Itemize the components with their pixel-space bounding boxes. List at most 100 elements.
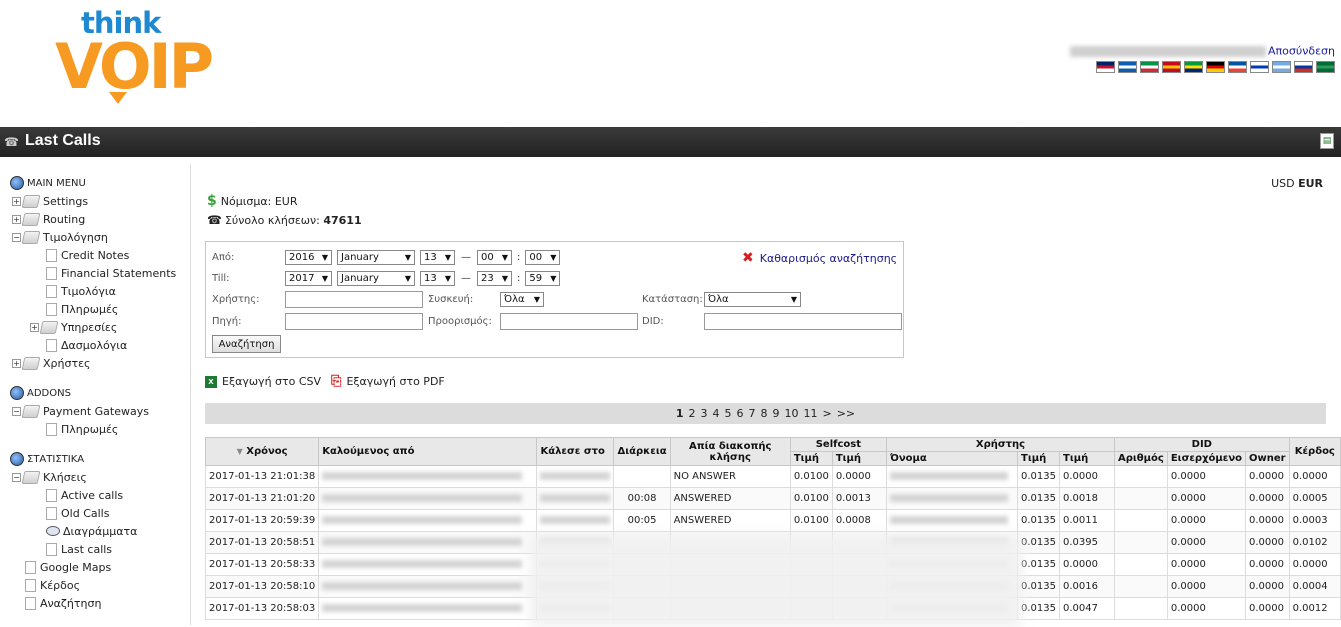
sidebar-item-google-maps[interactable]: Google Maps	[10, 558, 190, 576]
till-row: Till: 2017 ▼ January ▼ 13 ▼ — 23 ▼ : 59 ▼	[212, 271, 561, 286]
cell-duration	[613, 465, 671, 488]
cell-profit: 0.0003	[1288, 509, 1341, 532]
from-month-select[interactable]: January ▼	[337, 250, 415, 265]
page-link[interactable]: 1	[676, 407, 684, 420]
phone-icon: ☎	[207, 213, 222, 227]
expand-icon[interactable]: +	[12, 358, 21, 368]
saudi-flag[interactable]	[1316, 60, 1335, 73]
page-link[interactable]: 10	[785, 407, 799, 420]
page-link[interactable]: 6	[737, 407, 744, 420]
sidebar-item-financial-statements[interactable]: Financial Statements	[10, 264, 190, 282]
till-month-select[interactable]: January ▼	[337, 271, 415, 286]
from-hour-select[interactable]: 00 ▼	[477, 250, 512, 265]
page-title-bar: ☎ Last Calls ▤	[0, 127, 1341, 157]
page-link[interactable]: 8	[761, 407, 768, 420]
currency-eur-active: EUR	[1298, 177, 1323, 190]
sidebar-item-search[interactable]: Αναζήτηση	[10, 594, 190, 612]
sidebar-item-pg-payments[interactable]: Πληρωμές	[10, 420, 190, 438]
sidebar-item-tariffs[interactable]: Δασμολόγια	[10, 336, 190, 354]
sidebar-item-credit-notes[interactable]: Credit Notes	[10, 246, 190, 264]
germany-flag[interactable]	[1206, 60, 1225, 73]
till-hour-select[interactable]: 23 ▼	[477, 271, 512, 286]
source-input[interactable]	[285, 313, 423, 330]
page-link[interactable]: 2	[689, 407, 696, 420]
argentina-flag[interactable]	[1272, 60, 1291, 73]
sidebar-item-payments[interactable]: Πληρωμές	[10, 300, 190, 318]
cell-own: 0.0000	[1245, 465, 1290, 488]
cell-time: 2017-01-13 20:59:39	[204, 509, 320, 532]
user-input[interactable]	[285, 291, 423, 308]
till-year-select[interactable]: 2017 ▼	[285, 271, 332, 286]
sidebar-item-active-calls[interactable]: Active calls	[10, 486, 190, 504]
export-csv-link[interactable]: X Εξαγωγή στο CSV	[205, 375, 321, 388]
status-select[interactable]: Όλα ▼	[704, 292, 801, 307]
help-icon[interactable]: ▤	[1320, 133, 1334, 149]
cell-status: ANSWERED	[669, 487, 791, 510]
column-header-hangup[interactable]: Απία διακοπής κλήσης	[669, 437, 791, 466]
uk-flag[interactable]	[1096, 60, 1115, 73]
column-header-profit[interactable]: Κέρδος	[1288, 437, 1341, 466]
destination-input[interactable]	[500, 313, 638, 330]
cell-sc2: 0.0000	[831, 465, 887, 488]
russia-flag[interactable]	[1294, 60, 1313, 73]
sidebar-item-invoices[interactable]: Τιμολόγια	[10, 282, 190, 300]
thinkvoip-logo[interactable]: think VOIP	[55, 6, 220, 104]
column-header-time[interactable]: ▼ Χρόνος	[204, 437, 320, 466]
sidebar-item-users[interactable]: + Χρήστες	[10, 354, 190, 372]
from-minute-select[interactable]: 00 ▼	[525, 250, 561, 265]
page-link[interactable]: 4	[713, 407, 720, 420]
expand-icon[interactable]: +	[30, 322, 39, 332]
page-link[interactable]: 11	[804, 407, 818, 420]
sidebar-item-billing[interactable]: − Τιμολόγηση	[10, 228, 190, 246]
clear-x-icon: ✖	[742, 250, 754, 266]
page-link[interactable]: 3	[701, 407, 708, 420]
sidebar-item-payment-gateways[interactable]: − Payment Gateways	[10, 402, 190, 420]
sidebar-item-profit[interactable]: Κέρδος	[10, 576, 190, 594]
export-pdf-link[interactable]: ⎘ Εξαγωγή στο PDF	[331, 374, 445, 389]
sidebar-item-settings[interactable]: + Settings	[10, 192, 190, 210]
clear-search-link[interactable]: ✖ Καθαρισμός αναζήτησης	[742, 250, 897, 266]
column-header-duration[interactable]: Διάρκεια	[613, 437, 671, 466]
till-minute-select[interactable]: 59 ▼	[525, 271, 561, 286]
from-year-select[interactable]: 2016 ▼	[285, 250, 332, 265]
sidebar-item-old-calls[interactable]: Old Calls	[10, 504, 190, 522]
sidebar-tree: MAIN MENU + Settings + Routing − Τιμολόγηση…	[0, 164, 191, 625]
collapse-icon[interactable]: −	[12, 472, 21, 482]
page-link[interactable]: 9	[773, 407, 780, 420]
page-link[interactable]: 7	[749, 407, 756, 420]
excel-icon: X	[205, 375, 217, 388]
column-header-caller[interactable]: Καλούμενος από	[318, 437, 538, 466]
cell-time: 2017-01-13 20:58:51	[204, 531, 320, 554]
device-select[interactable]: Όλα ▼	[500, 292, 544, 307]
spain-flag[interactable]	[1162, 60, 1181, 73]
column-header-called[interactable]: Κάλεσε στο	[536, 437, 615, 466]
logout-link[interactable]: Αποσύνδεση	[1268, 45, 1335, 58]
till-day-select[interactable]: 13 ▼	[420, 271, 455, 286]
cell-inc: 0.0000	[1166, 597, 1247, 620]
page-icon	[46, 284, 57, 298]
currency-usd-link[interactable]: USD	[1271, 177, 1295, 190]
page-link[interactable]: >>	[837, 407, 855, 420]
cell-inc: 0.0000	[1166, 575, 1247, 598]
cell-time: 2017-01-13 20:58:10	[204, 575, 320, 598]
expand-icon[interactable]: +	[12, 196, 21, 206]
israel-flag[interactable]	[1250, 60, 1269, 73]
collapse-icon[interactable]: −	[12, 406, 21, 416]
greece-flag[interactable]	[1118, 60, 1137, 73]
brazil-flag[interactable]	[1184, 60, 1203, 73]
sidebar-item-services[interactable]: + Υπηρεσίες	[10, 318, 190, 336]
page-icon	[46, 488, 57, 502]
expand-icon[interactable]: +	[12, 214, 21, 224]
italy-flag[interactable]	[1140, 60, 1159, 73]
page-link[interactable]: 5	[725, 407, 732, 420]
from-day-select[interactable]: 13 ▼	[420, 250, 455, 265]
did-input[interactable]	[704, 313, 902, 330]
sidebar-item-charts[interactable]: Διαγράμματα	[10, 522, 190, 540]
page-link[interactable]: >	[823, 407, 832, 420]
sidebar-item-calls[interactable]: − Κλήσεις	[10, 468, 190, 486]
search-button[interactable]: Αναζήτηση	[212, 335, 281, 353]
sidebar-item-routing[interactable]: + Routing	[10, 210, 190, 228]
france-flag[interactable]	[1228, 60, 1247, 73]
sidebar-item-last-calls[interactable]: Last calls	[10, 540, 190, 558]
collapse-icon[interactable]: −	[12, 232, 21, 242]
